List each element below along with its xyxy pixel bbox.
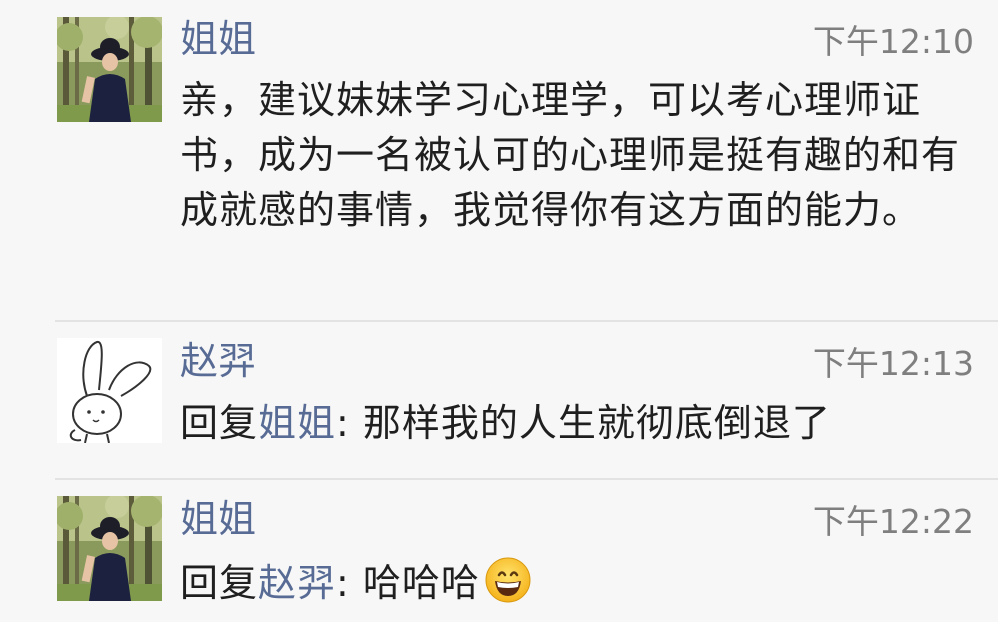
comment-text: 回复姐姐: 那样我的人生就彻底倒退了 [180,396,960,451]
comment-author[interactable]: 姐姐 [180,16,256,62]
reply-prefix: 回复 [180,561,259,605]
comment-text: 亲，建议妹妹学习心理学，可以考心理师证书，成为一名被认可的心理师是挺有趣的和有成… [180,78,961,232]
grinning-face-emoji-icon [484,556,532,619]
rabbit-doodle-icon [57,338,162,443]
comment-item: 姐姐 下午12:10 亲，建议妹妹学习心理学，可以考心理师证书，成为一名被认可的… [0,0,998,318]
avatar[interactable] [57,338,162,443]
reply-text: 哈哈哈 [362,561,480,605]
reply-target-name[interactable]: 赵羿 [258,561,336,605]
reply-text: 那样我的人生就彻底倒退了 [362,401,831,445]
avatar[interactable] [57,496,162,601]
woman-in-hat-photo-icon [57,496,162,601]
comment-author[interactable]: 姐姐 [180,496,256,542]
reply-separator: : [336,561,363,605]
comment-timestamp: 下午12:22 [812,502,974,541]
comment-author[interactable]: 赵羿 [180,338,256,384]
reply-target-name[interactable]: 姐姐 [258,401,336,445]
woman-in-hat-photo-icon [57,17,162,122]
reply-prefix: 回复 [180,401,259,445]
comment-timestamp: 下午12:13 [812,344,974,383]
comment-timestamp: 下午12:10 [812,22,974,61]
comment-text: 回复赵羿: 哈哈哈 [180,556,960,619]
avatar[interactable] [57,17,162,122]
comment-item: 赵羿 下午12:13 回复姐姐: 那样我的人生就彻底倒退了 [0,322,998,478]
comment-item: 姐姐 下午12:22 回复赵羿: 哈哈哈 [0,480,998,622]
reply-separator: : [336,401,363,445]
